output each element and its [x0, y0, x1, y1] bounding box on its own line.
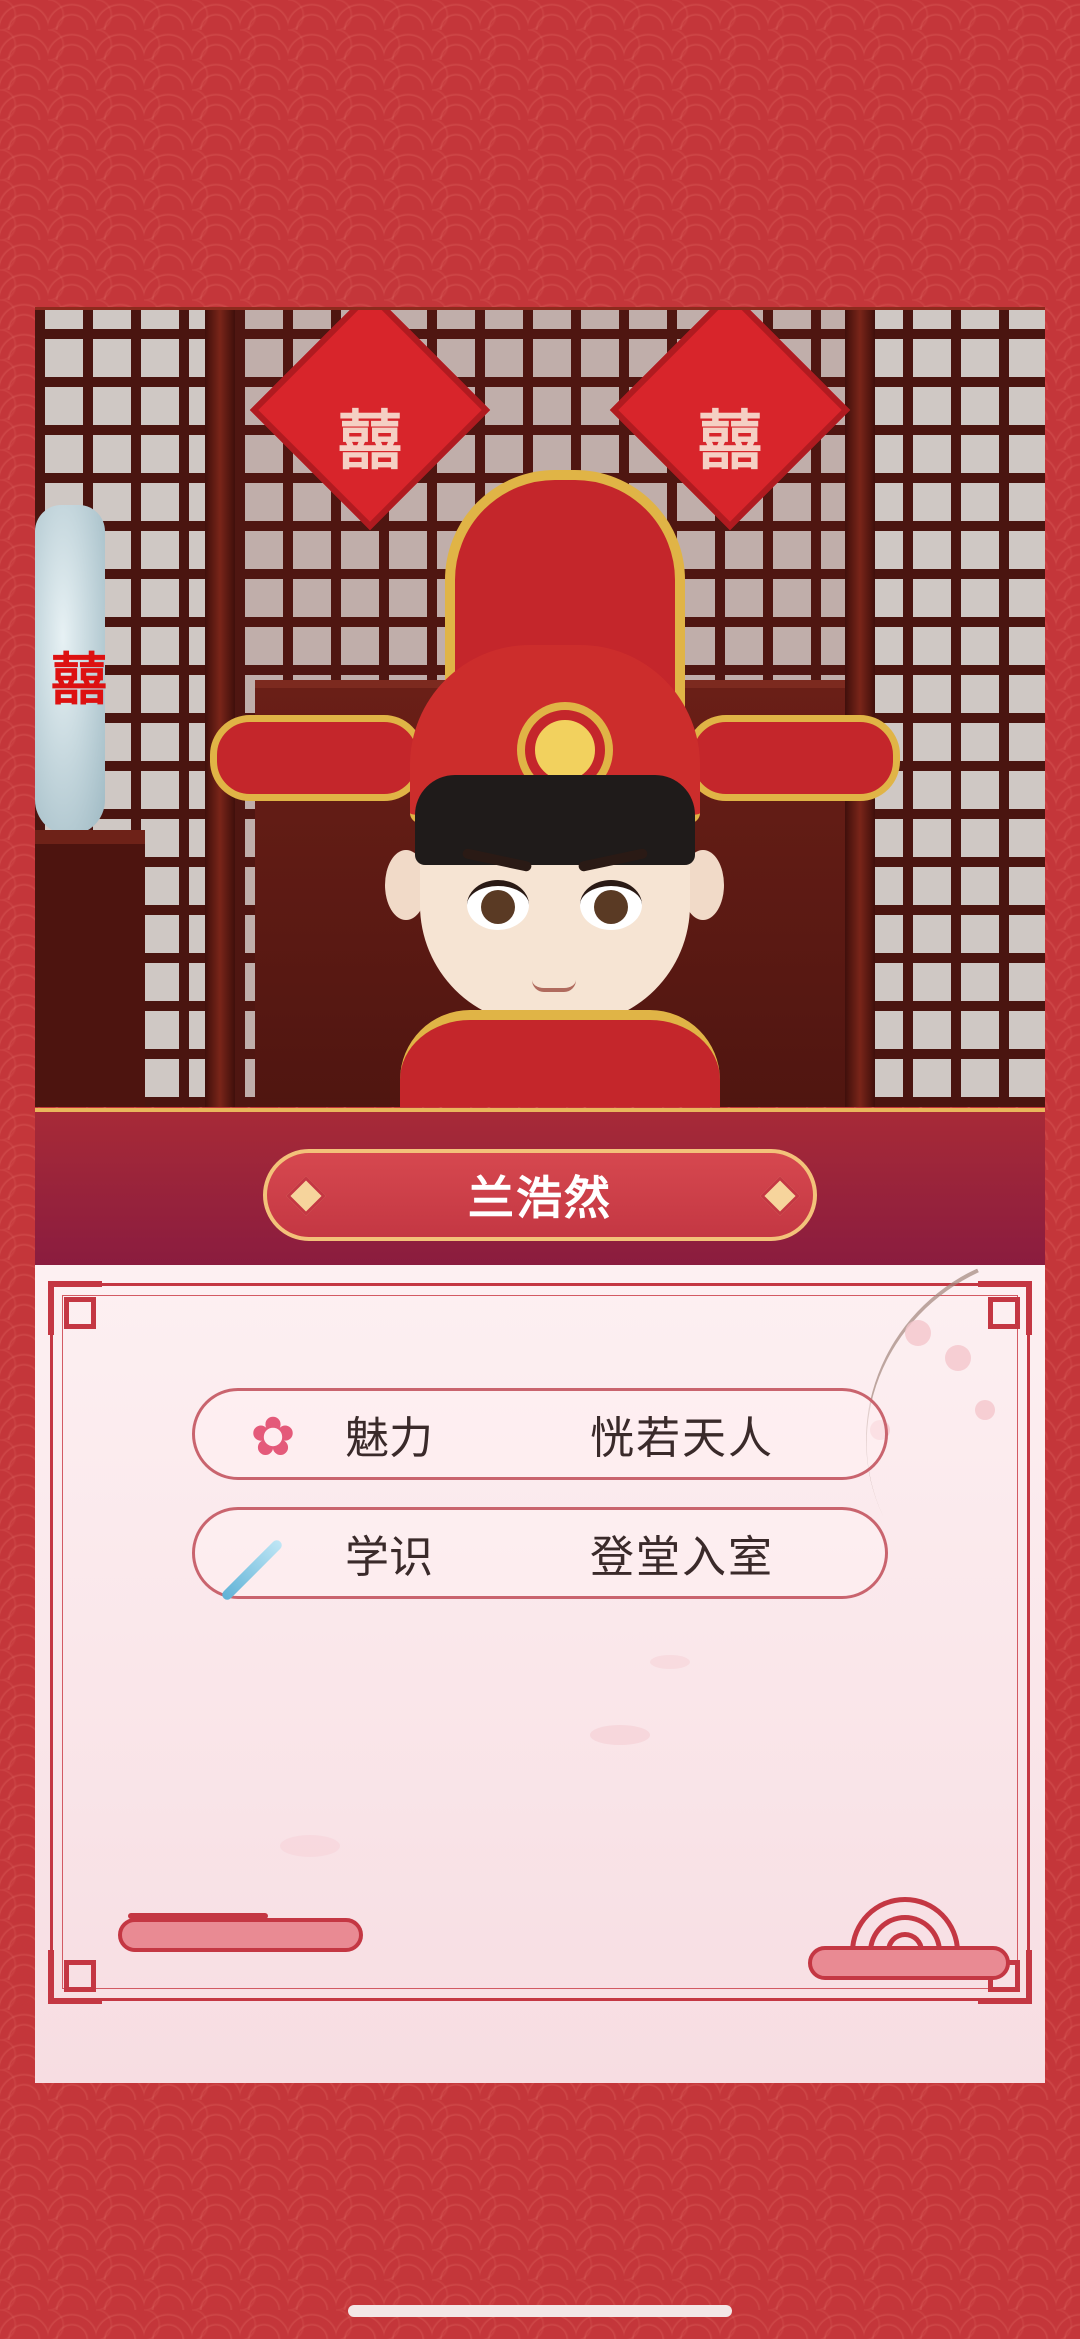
home-indicator[interactable] [348, 2305, 732, 2317]
plum-petal [280, 1835, 340, 1857]
porcelain-vase: 囍 [35, 505, 107, 835]
hat-wing-right [686, 715, 900, 801]
character-name: 兰浩然 [468, 1171, 612, 1225]
stat-value: 恍若天人 [590, 1413, 774, 1464]
plum-petal [650, 1655, 690, 1669]
plum-petal [905, 1320, 931, 1346]
mouth [532, 980, 576, 992]
hair [415, 775, 695, 865]
character-portrait-scene: 囍 囍 囍 [35, 307, 1045, 1107]
plum-petal [945, 1345, 971, 1371]
stat-label: 魅力 [345, 1413, 433, 1464]
scroll-ornament-right [808, 1946, 1010, 1980]
groom-avatar [210, 410, 900, 1107]
stat-row-charm: ✿ 魅力 恍若天人 [192, 1388, 888, 1480]
plum-petal [590, 1725, 650, 1745]
writing-brush-icon [220, 1538, 284, 1602]
stat-value: 登堂入室 [590, 1532, 774, 1583]
plum-blossom-icon: ✿ [250, 1405, 296, 1468]
fretwork-corner-top-left [48, 1281, 102, 1335]
double-happiness-glyph: 囍 [51, 648, 107, 713]
scroll-ornament-left [118, 1918, 363, 1952]
eye-right [580, 880, 642, 930]
hat-wing-left [210, 715, 424, 801]
wedding-robe [400, 1010, 720, 1107]
fretwork-corner-bottom-left [48, 1950, 102, 2004]
vase-stand [35, 830, 145, 1107]
eye-left [467, 880, 529, 930]
stat-row-learning: 学识 登堂入室 [192, 1507, 888, 1602]
character-name-plate: 兰浩然 [263, 1149, 817, 1241]
plum-petal [975, 1400, 995, 1420]
stat-label: 学识 [345, 1532, 433, 1583]
